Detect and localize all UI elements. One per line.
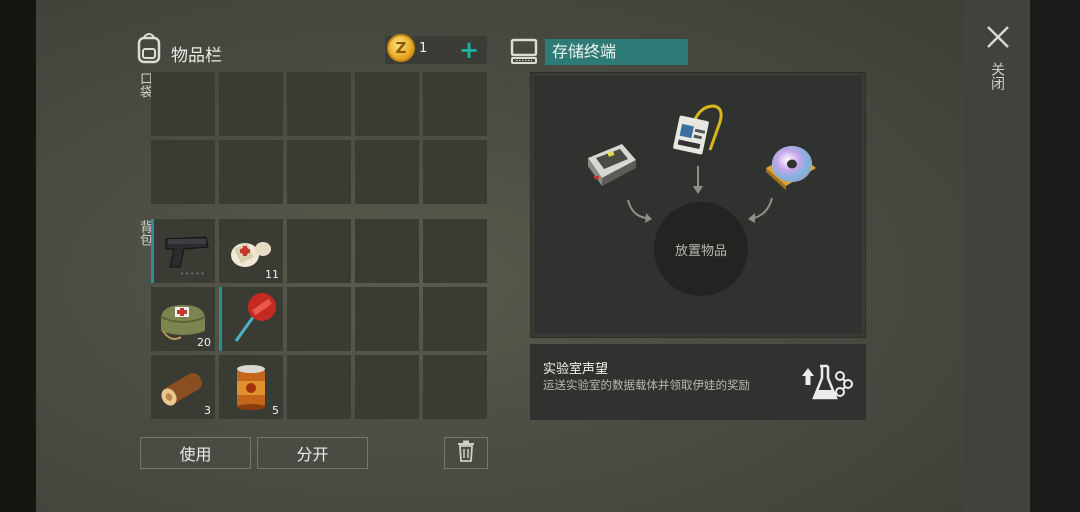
trash-icon: [456, 440, 476, 466]
backpack-slot-canned-food[interactable]: 5: [219, 355, 283, 419]
terminal-panel: 放置物品: [530, 72, 866, 338]
backpack-slot-bandage[interactable]: 11: [219, 219, 283, 283]
durability-dots: •••••: [180, 270, 206, 278]
inventory-title: 物品栏: [171, 46, 222, 66]
computer-icon: [510, 37, 538, 69]
backpack-grid: ••••• 11 20 3 5: [151, 219, 487, 419]
pocket-slot[interactable]: [423, 140, 487, 204]
left-edge: [0, 0, 36, 512]
use-button[interactable]: 使用: [140, 437, 251, 469]
backpack-slot[interactable]: [423, 287, 487, 351]
item-count: 3: [204, 404, 211, 417]
backpack-slot[interactable]: [355, 355, 419, 419]
backpack-icon: [134, 31, 164, 69]
item-count: 11: [265, 268, 279, 281]
close-button[interactable]: [983, 22, 1013, 52]
drop-slot-label: 放置物品: [674, 243, 727, 259]
game-screen: 物品栏 Z 1 + 存储终端 口袋 背包 ••••• 11 20 3 5 使用 分开: [0, 0, 1080, 512]
right-edge: [1030, 0, 1080, 512]
backpack-slot[interactable]: [423, 219, 487, 283]
currency-box: Z 1 +: [385, 34, 487, 64]
terminal-drop-area[interactable]: 放置物品: [534, 76, 862, 334]
pocket-slot[interactable]: [151, 140, 215, 204]
pocket-slot[interactable]: [287, 140, 351, 204]
backpack-slot-log[interactable]: 3: [151, 355, 215, 419]
backpack-slot[interactable]: [355, 219, 419, 283]
coin-amount: 1: [419, 41, 428, 56]
pocket-slot[interactable]: [219, 140, 283, 204]
backpack-slot[interactable]: [287, 287, 351, 351]
item-count: 5: [272, 404, 279, 417]
pocket-slot[interactable]: [355, 140, 419, 204]
backpack-slot[interactable]: [287, 219, 351, 283]
pocket-slot[interactable]: [423, 72, 487, 136]
backpack-slot[interactable]: [423, 355, 487, 419]
lab-flask-icon: [796, 362, 854, 408]
coin-icon: Z: [387, 34, 415, 62]
backpack-slot[interactable]: [355, 287, 419, 351]
split-button[interactable]: 分开: [257, 437, 368, 469]
pocket-slot[interactable]: [287, 72, 351, 136]
item-count: 20: [197, 336, 211, 349]
pocket-slot[interactable]: [151, 72, 215, 136]
pocket-grid: [151, 72, 487, 204]
reputation-description: 运送实验室的数据载体并领取伊娃的奖励: [543, 378, 750, 392]
lollipop-icon: [222, 287, 286, 355]
lab-reputation-card[interactable]: 实验室声望 运送实验室的数据载体并领取伊娃的奖励: [530, 344, 866, 420]
backpack-slot[interactable]: [287, 355, 351, 419]
backpack-slot-lollipop[interactable]: [219, 287, 283, 351]
reputation-title: 实验室声望: [543, 362, 609, 377]
close-label: 关闭: [989, 62, 1005, 90]
add-currency-button[interactable]: +: [459, 36, 479, 64]
backpack-slot-first-aid-kit[interactable]: 20: [151, 287, 215, 351]
pocket-slot[interactable]: [219, 72, 283, 136]
backpack-slot-pistol[interactable]: •••••: [151, 219, 215, 283]
terminal-title: 存储终端: [545, 39, 688, 65]
drop-slot[interactable]: 放置物品: [654, 202, 748, 296]
trash-button[interactable]: [444, 437, 488, 469]
pocket-slot[interactable]: [355, 72, 419, 136]
close-icon: [987, 26, 1009, 48]
